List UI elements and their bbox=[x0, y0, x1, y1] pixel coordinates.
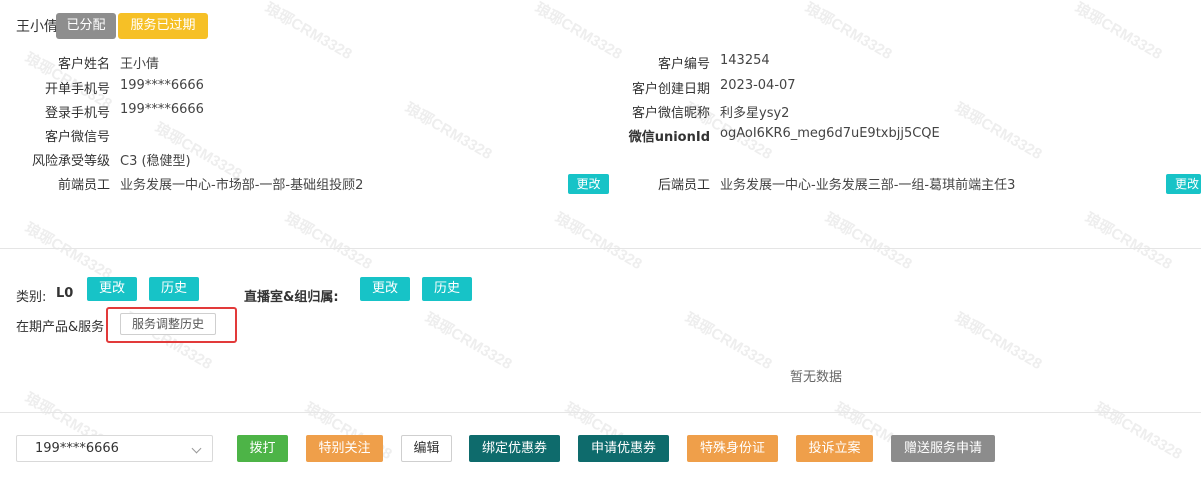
category-value: L0 bbox=[56, 286, 74, 301]
watermark: 琅琊CRM3328 bbox=[801, 0, 895, 64]
risk-level-value: C3 (稳健型) bbox=[120, 154, 191, 169]
customer-name-value: 王小倩 bbox=[120, 57, 160, 72]
watermark: 琅琊CRM3328 bbox=[421, 309, 515, 374]
watermark: 琅琊CRM3328 bbox=[401, 99, 495, 164]
order-phone-label: 开单手机号 bbox=[44, 82, 110, 97]
section-divider bbox=[0, 412, 1201, 413]
complaint-button[interactable]: 投诉立案 bbox=[796, 435, 873, 462]
products-label: 在期产品&服务 bbox=[16, 320, 105, 335]
create-date-value: 2023-04-07 bbox=[720, 78, 796, 93]
live-room-history-button[interactable]: 历史 bbox=[422, 277, 472, 301]
customer-no-label: 客户编号 bbox=[657, 57, 710, 72]
front-staff-value: 业务发展一中心-市场部-一部-基础组投顾2 bbox=[120, 178, 364, 193]
watermark: 琅琊CRM3328 bbox=[21, 219, 115, 284]
back-staff-value: 业务发展一中心-业务发展三部-一组-葛琪前端主任3 bbox=[720, 178, 1016, 193]
watermark: 琅琊CRM3328 bbox=[551, 209, 645, 274]
unionid-value: ogAoI6KR6_meg6d7uE9txbjj5CQE bbox=[720, 126, 940, 141]
gift-service-button[interactable]: 赠送服务申请 bbox=[891, 435, 995, 462]
wechat-nickname-label: 客户微信昵称 bbox=[631, 106, 710, 121]
watermark: 琅琊CRM3328 bbox=[951, 309, 1045, 374]
service-adjust-history-button[interactable]: 服务调整历史 bbox=[120, 313, 216, 335]
watermark: 琅琊CRM3328 bbox=[1071, 0, 1165, 64]
empty-state-text: 暂无数据 bbox=[790, 370, 843, 385]
edit-button[interactable]: 编辑 bbox=[401, 435, 452, 462]
change-live-room-button[interactable]: 更改 bbox=[360, 277, 410, 301]
dial-button[interactable]: 拨打 bbox=[237, 435, 288, 462]
login-phone-label: 登录手机号 bbox=[44, 106, 110, 121]
change-category-button[interactable]: 更改 bbox=[87, 277, 137, 301]
front-staff-label: 前端员工 bbox=[57, 178, 110, 193]
customer-name-label: 客户姓名 bbox=[57, 57, 110, 72]
watermark: 琅琊CRM3328 bbox=[681, 309, 775, 374]
change-back-staff-button[interactable]: 更改 bbox=[1166, 174, 1201, 194]
watermark: 琅琊CRM3328 bbox=[1081, 209, 1175, 274]
special-id-button[interactable]: 特殊身份证 bbox=[687, 435, 778, 462]
category-label: 类别: bbox=[16, 290, 47, 305]
back-staff-label: 后端员工 bbox=[657, 178, 710, 193]
change-front-staff-button[interactable]: 更改 bbox=[568, 174, 609, 194]
expired-tag: 服务已过期 bbox=[118, 13, 208, 39]
customer-no-value: 143254 bbox=[720, 53, 770, 68]
wechat-id-label: 客户微信号 bbox=[44, 130, 110, 145]
create-date-label: 客户创建日期 bbox=[631, 82, 710, 97]
chevron-down-icon bbox=[191, 443, 202, 454]
watermark: 琅琊CRM3328 bbox=[951, 99, 1045, 164]
bind-coupon-button[interactable]: 绑定优惠券 bbox=[469, 435, 560, 462]
apply-coupon-button[interactable]: 申请优惠券 bbox=[578, 435, 669, 462]
login-phone-value: 199****6666 bbox=[120, 102, 204, 117]
risk-level-label: 风险承受等级 bbox=[31, 154, 110, 169]
wechat-nickname-value: 利多星ysy2 bbox=[720, 106, 790, 121]
section-divider bbox=[0, 248, 1201, 249]
watermark: 琅琊CRM3328 bbox=[821, 209, 915, 274]
unionid-label: 微信unionId bbox=[628, 130, 710, 145]
watermark: 琅琊CRM3328 bbox=[1091, 399, 1185, 464]
live-room-label: 直播室&组归属: bbox=[244, 290, 339, 305]
order-phone-value: 199****6666 bbox=[120, 78, 204, 93]
category-history-button[interactable]: 历史 bbox=[149, 277, 199, 301]
customer-name-title: 王小倩 bbox=[16, 19, 58, 35]
phone-select-value: 199****6666 bbox=[35, 441, 119, 456]
watermark: 琅琊CRM3328 bbox=[281, 209, 375, 274]
watermark: 琅琊CRM3328 bbox=[261, 0, 355, 64]
special-attention-button[interactable]: 特别关注 bbox=[306, 435, 383, 462]
assigned-tag: 已分配 bbox=[56, 13, 116, 39]
phone-select[interactable]: 199****6666 bbox=[16, 435, 213, 462]
